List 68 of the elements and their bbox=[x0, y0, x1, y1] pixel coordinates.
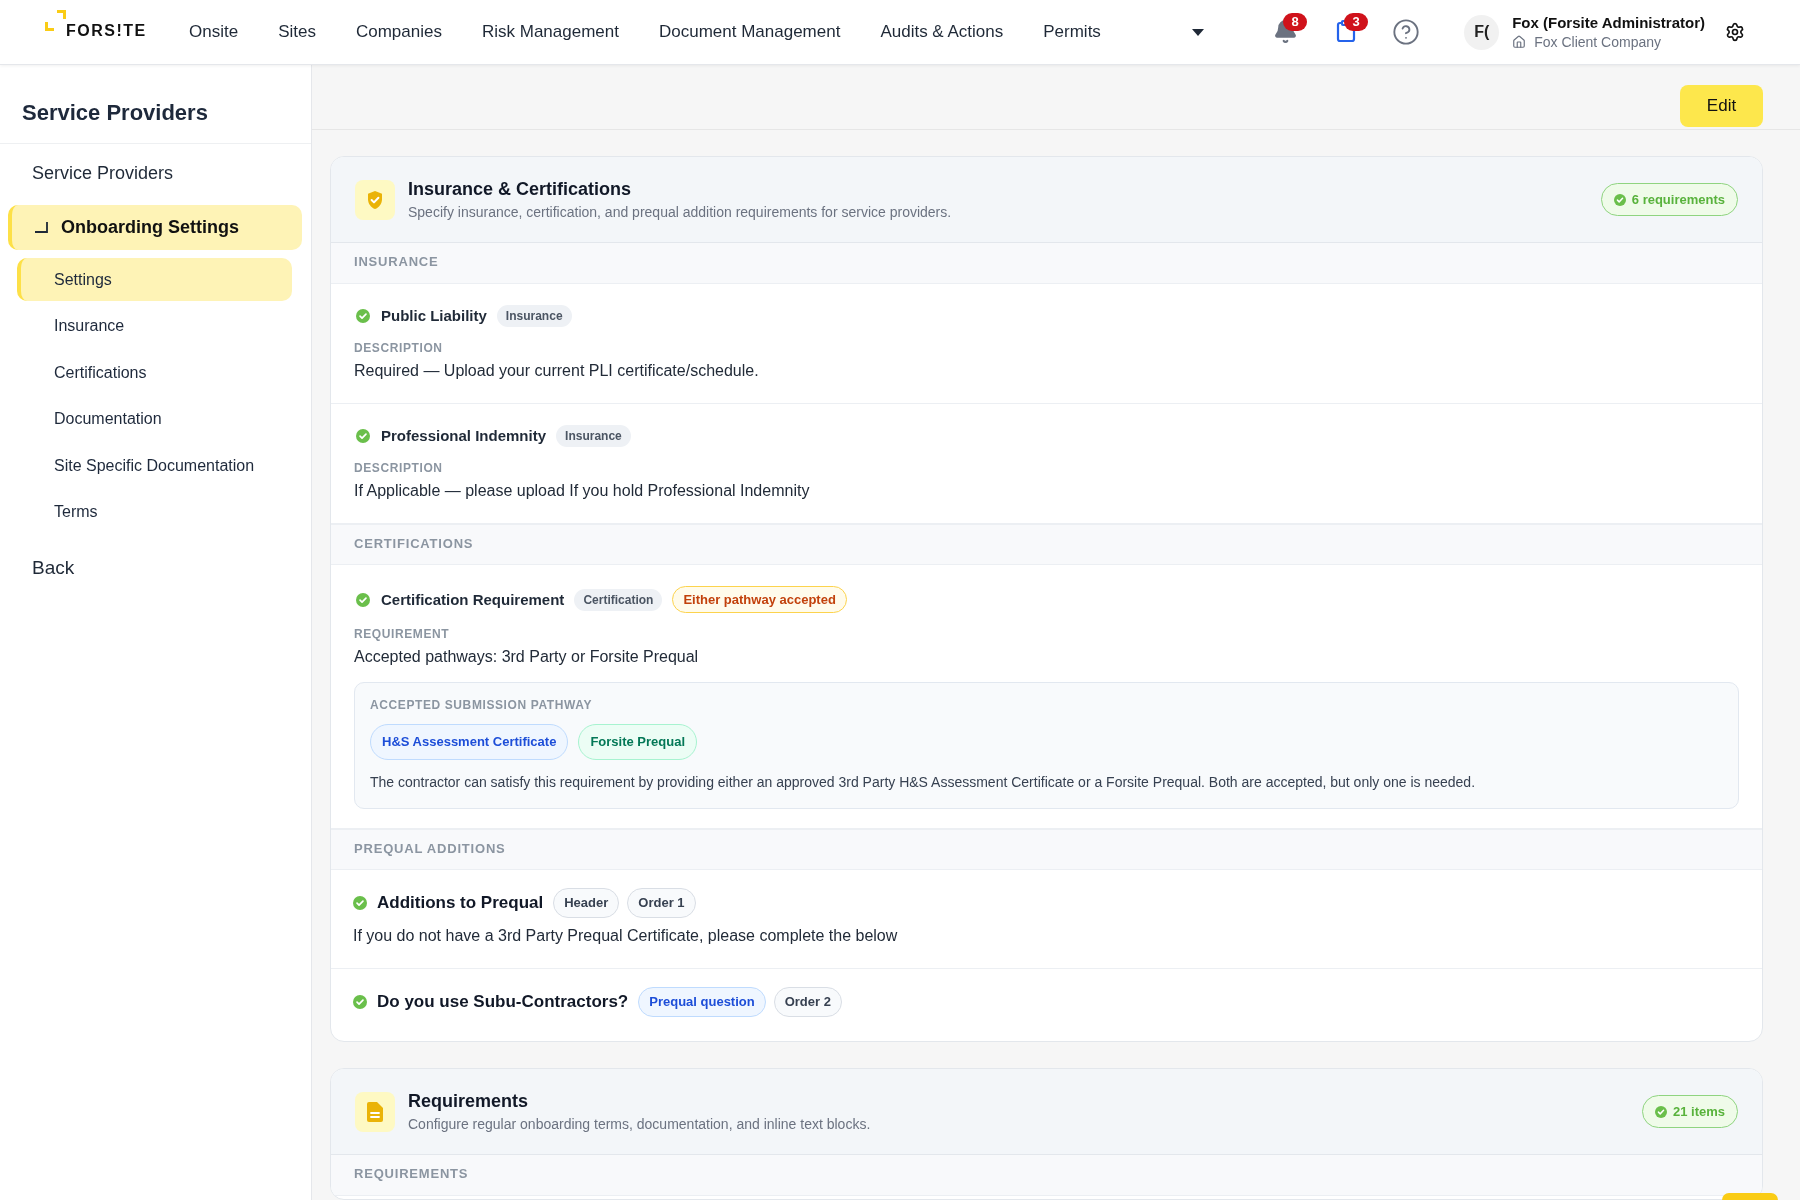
card-title: Insurance & Certifications bbox=[408, 178, 632, 200]
category-tag: Insurance bbox=[556, 425, 631, 447]
count-badge: 3 bbox=[1344, 13, 1369, 31]
category-tag: Certification bbox=[574, 588, 663, 611]
section-heading: INSURANCE bbox=[354, 254, 439, 270]
nav-link[interactable]: Document Management bbox=[658, 19, 841, 45]
item-title: Additions to Prequal bbox=[377, 892, 544, 914]
card-title: Requirements bbox=[408, 1090, 529, 1112]
meta-tag: Order 1 bbox=[627, 888, 696, 918]
sidebar-item[interactable]: Service Providers bbox=[8, 153, 302, 193]
count-label: 6 requirements bbox=[1631, 190, 1725, 209]
nav-link[interactable]: Risk Management bbox=[481, 19, 619, 45]
meta-tag: Order 2 bbox=[773, 987, 842, 1017]
type-tag: Prequal question bbox=[638, 987, 766, 1017]
item-title: Public Liability bbox=[381, 306, 487, 326]
back-link[interactable]: Back bbox=[32, 548, 75, 589]
field-value: Required — Upload your current PLI certificate/schedule. bbox=[354, 361, 759, 381]
section-heading: CERTIFICATIONS bbox=[354, 536, 474, 552]
field-label: REQUIREMENT bbox=[354, 627, 450, 641]
bracket-icon bbox=[45, 10, 66, 31]
settings-icon[interactable] bbox=[1725, 22, 1745, 42]
field-value: If Applicable — please upload If you hold Professional Indemnity bbox=[354, 481, 810, 501]
sidebar-subitem[interactable]: Site Specific Documentation bbox=[17, 444, 292, 487]
section-heading: REQUIREMENTS bbox=[354, 1166, 469, 1182]
item-description: If you do not have a 3rd Party Prequal Certificate, please complete the below bbox=[353, 926, 898, 946]
nav-link[interactable]: Sites bbox=[278, 19, 316, 45]
help-icon[interactable] bbox=[1392, 18, 1421, 46]
sidebar-subitem[interactable]: Certifications bbox=[17, 351, 292, 394]
pathway-note: The contractor can satisfy this requirement by providing either an approved 3rd Party H&S Assessment Certificate or a Forsite Prequal. Both are accepted, but only one is needed. bbox=[370, 773, 1476, 792]
section-heading: PREQUAL ADDITIONS bbox=[354, 841, 506, 857]
corner-icon bbox=[35, 222, 48, 233]
nav-link[interactable]: Companies bbox=[355, 19, 442, 45]
field-label: DESCRIPTION bbox=[354, 341, 443, 355]
item-title: Professional Indemnity bbox=[381, 426, 547, 446]
check-circle-icon bbox=[1613, 193, 1626, 206]
company-name: Fox Client Company bbox=[1534, 34, 1662, 50]
check-circle-icon bbox=[1654, 1105, 1667, 1118]
logo-link[interactable]: FORS!TE bbox=[0, 0, 170, 64]
nav-link[interactable]: Permits bbox=[1043, 19, 1101, 45]
category-tag: Insurance bbox=[496, 305, 572, 327]
nav-link[interactable]: Onsite bbox=[189, 19, 239, 45]
sidebar-title: Service Providers bbox=[22, 99, 208, 127]
pathway-option: H&S Assessment Certificate bbox=[370, 724, 569, 760]
sidebar-subitem[interactable]: Documentation bbox=[17, 397, 292, 441]
sidebar-item[interactable]: Onboarding Settings bbox=[8, 205, 302, 250]
sidebar-subitem[interactable]: Terms bbox=[17, 490, 292, 534]
count-label: 21 items bbox=[1672, 1102, 1725, 1121]
home-icon bbox=[1512, 35, 1527, 49]
caret-down-icon[interactable] bbox=[1192, 28, 1204, 36]
count-badge: 8 bbox=[1283, 13, 1308, 31]
card-subtitle: Specify insurance, certification, and prequal addition requirements for service providers. bbox=[408, 203, 952, 221]
document-icon bbox=[355, 1091, 395, 1132]
status-tag: Either pathway accepted bbox=[672, 586, 847, 613]
field-value: Accepted pathways: 3rd Party or Forsite Prequal bbox=[354, 647, 699, 667]
sidebar-subitem[interactable]: Settings bbox=[17, 258, 292, 301]
nav-link[interactable]: Audits & Actions bbox=[880, 19, 1004, 45]
item-title: Certification Requirement bbox=[381, 589, 565, 610]
edit-button[interactable]: Edit bbox=[1680, 85, 1763, 127]
sidebar-subitem[interactable]: Insurance bbox=[17, 304, 292, 348]
pathway-heading: ACCEPTED SUBMISSION PATHWAY bbox=[370, 698, 592, 712]
shield-icon bbox=[355, 179, 395, 220]
card-subtitle: Configure regular onboarding terms, documentation, and inline text blocks. bbox=[408, 1115, 871, 1133]
field-label: DESCRIPTION bbox=[354, 461, 443, 475]
user-avatar[interactable]: F( bbox=[1464, 14, 1500, 50]
pathway-option: Forsite Prequal bbox=[578, 724, 697, 760]
meta-tag: Header bbox=[553, 888, 620, 918]
user-name: Fox (Forsite Administrator) bbox=[1512, 14, 1705, 32]
item-title: Do you use Subu-Contractors? bbox=[377, 991, 629, 1013]
